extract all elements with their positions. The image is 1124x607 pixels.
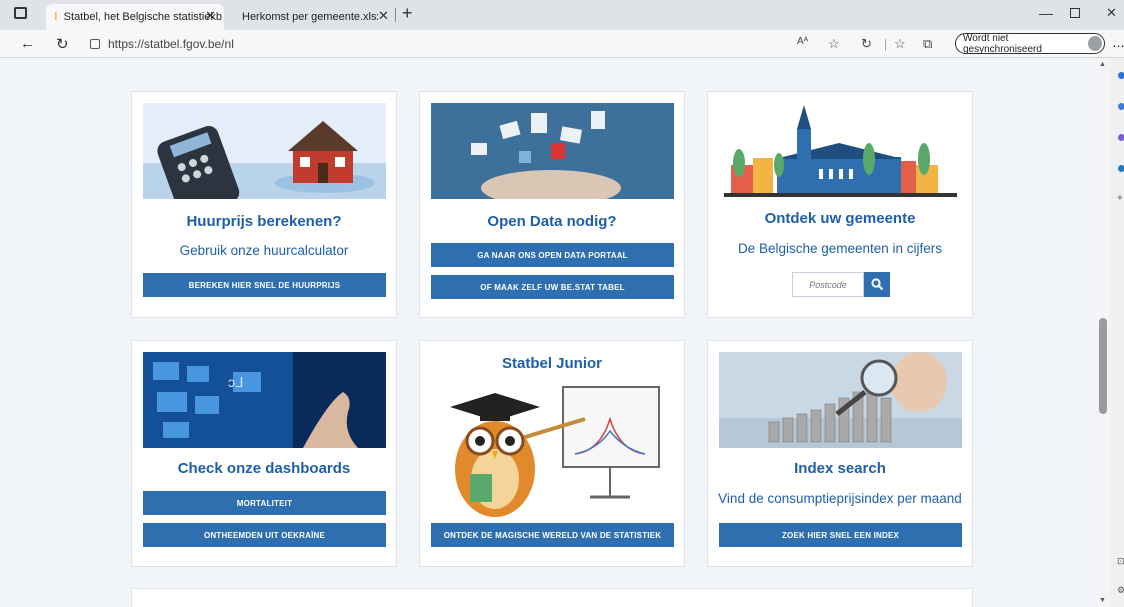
- add-sidebar-icon[interactable]: +: [1117, 193, 1123, 204]
- close-window-icon[interactable]: ✕: [1106, 5, 1117, 21]
- tab-statbel[interactable]: ⁞ Statbel, het Belgische statistiekb: [46, 4, 224, 30]
- calculate-rent-button[interactable]: BEREKEN HIER SNEL DE HUURPRIJS: [143, 273, 386, 297]
- sidebar-gear-icon[interactable]: ⚙: [1117, 585, 1124, 596]
- card-huurprijs: Huurprijs berekenen? Gebruik onze huurca…: [131, 91, 397, 318]
- owl-teacher-illustration: [440, 379, 666, 519]
- url-field[interactable]: https://statbel.fgov.be/nl: [90, 35, 790, 53]
- ontheemden-button[interactable]: ONTHEEMDEN UIT OEKRAÏNE: [143, 523, 386, 547]
- back-icon[interactable]: ←: [20, 35, 35, 52]
- maximize-icon[interactable]: [1070, 8, 1080, 18]
- new-tab-icon[interactable]: +: [402, 3, 413, 24]
- address-bar: ← ↻ https://statbel.fgov.be/nl Aᴬ ☆ ↻ ☆ …: [0, 30, 1124, 58]
- card-title: Huurprijs berekenen?: [186, 213, 342, 230]
- page-content: Huurprijs berekenen? Gebruik onze huurca…: [0, 58, 1096, 607]
- svg-text:ᴐᒧ: ᴐᒧ: [228, 374, 244, 390]
- sidebar-settings-icon[interactable]: ⊡: [1117, 556, 1124, 567]
- index-search-button[interactable]: ZOEK HIER SNEL EEN INDEX: [719, 523, 962, 547]
- shopping-sidebar-icon[interactable]: [1118, 103, 1124, 110]
- card-statbel-junior: Statbel Junior ONTDEK DE MAGISCHE WERELD…: [419, 340, 685, 567]
- open-data-portal-button[interactable]: GA NAAR ONS OPEN DATA PORTAAL: [431, 243, 674, 267]
- extensions-icon[interactable]: ↻: [861, 36, 872, 52]
- town-illustration-image: [719, 103, 962, 199]
- card-title: Ontdek uw gemeente: [764, 210, 916, 227]
- card-title: Check onze dashboards: [177, 460, 351, 477]
- toolbar-separator: [885, 39, 886, 51]
- card-gemeente: Ontdek uw gemeente De Belgische gemeente…: [707, 91, 973, 318]
- scroll-up-icon[interactable]: ▲: [1099, 61, 1106, 68]
- tab-actions-icon[interactable]: [14, 7, 27, 19]
- card-dashboards: ᴐᒧ Check onze dashboards MORTALITEIT ONT…: [131, 340, 397, 567]
- outlook-sidebar-icon[interactable]: [1118, 165, 1124, 172]
- sync-profile-button[interactable]: Wordt niet gesynchroniseerd: [955, 32, 1105, 55]
- card-partial: [131, 588, 973, 607]
- sync-label: Wordt niet gesynchroniseerd: [963, 32, 1042, 55]
- rent-calculator-image: [143, 103, 386, 199]
- tab-excel[interactable]: Herkomst per gemeente.xlsx: [228, 4, 378, 30]
- tab-strip: ⁞ Statbel, het Belgische statistiekb ✕ H…: [0, 0, 1124, 30]
- postcode-search-button[interactable]: [864, 272, 890, 297]
- tab-label: Herkomst per gemeente.xlsx: [242, 11, 378, 23]
- collections-icon[interactable]: ⧉: [923, 36, 932, 52]
- minimize-icon[interactable]: —: [1039, 5, 1053, 21]
- bestat-table-button[interactable]: OF MAAK ZELF UW BE.STAT TABEL: [431, 275, 674, 299]
- favorites-icon[interactable]: ☆: [894, 36, 906, 52]
- search-sidebar-icon[interactable]: [1118, 72, 1124, 79]
- card-index-search: Index search Vind de consumptieprijsinde…: [707, 340, 973, 567]
- refresh-icon[interactable]: ↻: [56, 35, 69, 53]
- postcode-input[interactable]: [792, 272, 864, 297]
- junior-world-button[interactable]: ONTDEK DE MAGISCHE WERELD VAN DE STATIST…: [431, 523, 674, 547]
- tab-separator: [395, 8, 396, 22]
- close-tab-icon[interactable]: ✕: [378, 8, 389, 24]
- more-icon[interactable]: …: [1112, 35, 1124, 50]
- scrollbar-thumb[interactable]: [1099, 318, 1107, 414]
- read-aloud-icon[interactable]: Aᴬ: [797, 36, 808, 47]
- card-subtitle: Gebruik onze huurcalculator: [179, 243, 349, 258]
- card-subtitle: Vind de consumptieprijsindex per maand: [718, 491, 962, 506]
- avatar: [1087, 36, 1102, 51]
- card-open-data: Open Data nodig? GA NAAR ONS OPEN DATA P…: [419, 91, 685, 318]
- scroll-down-icon[interactable]: ▼: [1099, 597, 1106, 604]
- card-subtitle: De Belgische gemeenten in cijfers: [737, 241, 943, 256]
- tools-sidebar-icon[interactable]: [1118, 134, 1124, 141]
- card-title: Index search: [794, 460, 886, 477]
- statbel-favicon-icon: ⁞: [54, 11, 58, 23]
- favorite-star-icon[interactable]: ☆: [828, 36, 840, 52]
- mortaliteit-button[interactable]: MORTALITEIT: [143, 491, 386, 515]
- lock-icon: [90, 39, 100, 49]
- index-search-image: [719, 352, 962, 448]
- tab-label: Statbel, het Belgische statistiekb: [63, 11, 223, 23]
- dashboards-image: ᴐᒧ: [143, 352, 386, 448]
- card-title: Statbel Junior: [501, 355, 602, 372]
- card-title: Open Data nodig?: [487, 213, 617, 230]
- close-tab-icon[interactable]: ✕: [205, 8, 216, 24]
- search-icon: [870, 278, 883, 291]
- open-data-image: [431, 103, 674, 199]
- url-text: https://statbel.fgov.be/nl: [108, 37, 234, 51]
